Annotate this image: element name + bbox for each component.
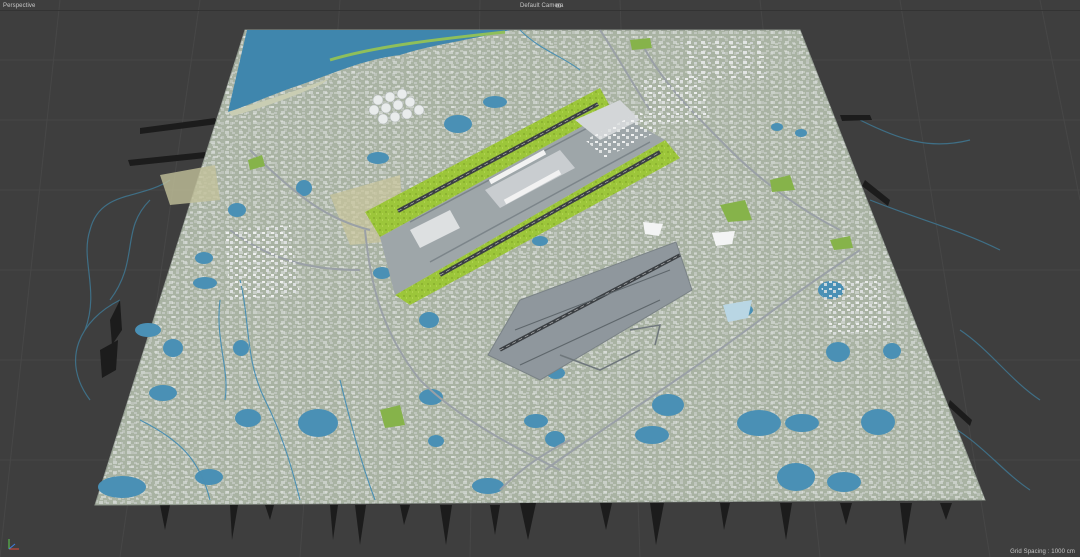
3d-viewport[interactable]: Perspective Default Camera Grid Spacing … — [0, 0, 1080, 557]
axis-gizmo-icon — [8, 539, 19, 550]
camera-icon[interactable] — [556, 3, 561, 8]
viewport-header-divider — [0, 10, 1080, 11]
grid-spacing-readout: Grid Spacing : 1000 cm — [1010, 549, 1075, 555]
viewport-name[interactable]: Perspective — [3, 2, 35, 10]
scene-canvas[interactable] — [0, 0, 1080, 557]
